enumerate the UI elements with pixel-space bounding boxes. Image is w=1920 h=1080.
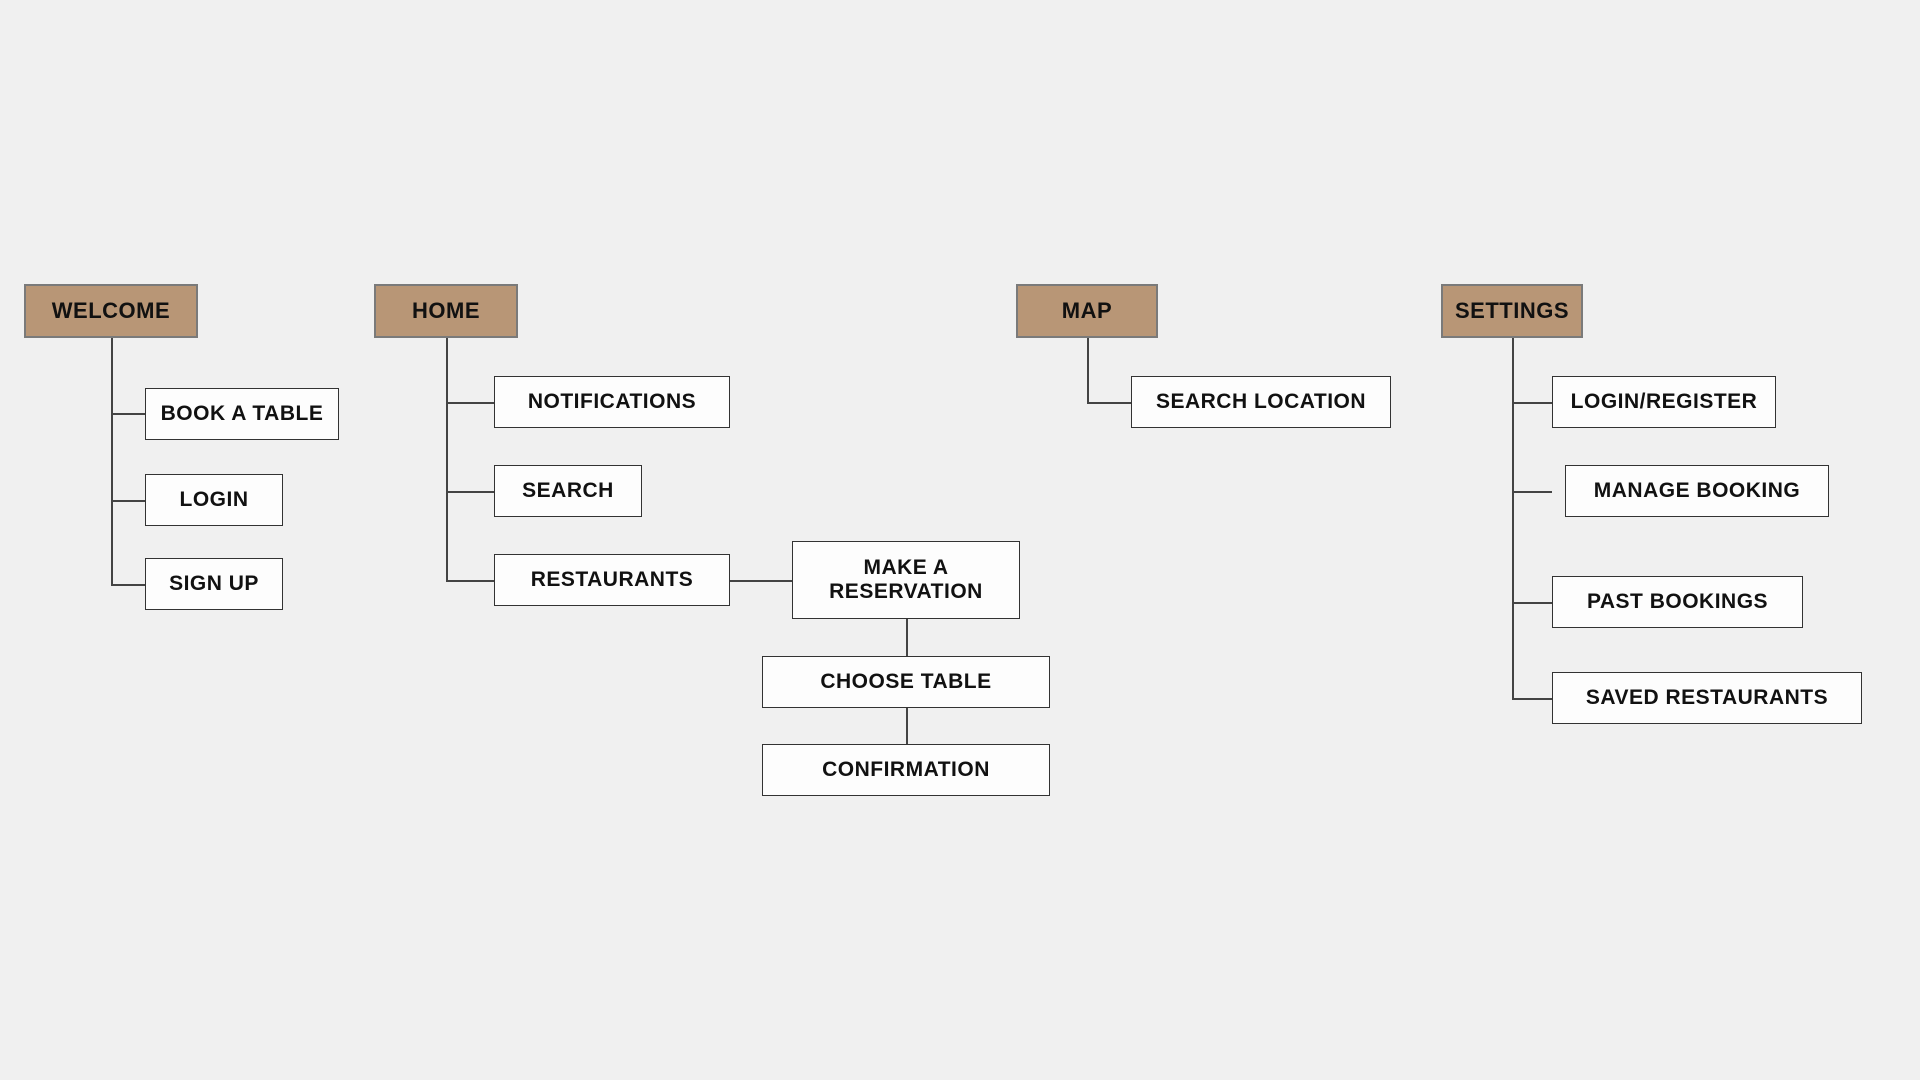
connector <box>111 584 145 586</box>
connector <box>446 580 494 582</box>
connector <box>906 619 908 656</box>
node-manage-booking: MANAGE BOOKING <box>1565 465 1829 517</box>
connector <box>1512 338 1514 700</box>
connector <box>111 500 145 502</box>
node-welcome: WELCOME <box>24 284 198 338</box>
sitemap-diagram: WELCOME BOOK A TABLE LOGIN SIGN UP HOME … <box>0 0 1920 1080</box>
node-search: SEARCH <box>494 465 642 517</box>
node-map: MAP <box>1016 284 1158 338</box>
connector <box>111 338 113 585</box>
node-login-register: LOGIN/REGISTER <box>1552 376 1776 428</box>
connector <box>446 402 494 404</box>
node-login: LOGIN <box>145 474 283 526</box>
node-choose-table: CHOOSE TABLE <box>762 656 1050 708</box>
node-search-location: SEARCH LOCATION <box>1131 376 1391 428</box>
node-settings: SETTINGS <box>1441 284 1583 338</box>
node-home: HOME <box>374 284 518 338</box>
connector <box>1087 338 1089 402</box>
node-restaurants: RESTAURANTS <box>494 554 730 606</box>
connector <box>446 491 494 493</box>
connector <box>1512 402 1552 404</box>
node-past-bookings: PAST BOOKINGS <box>1552 576 1803 628</box>
connector <box>1512 602 1552 604</box>
connector <box>446 338 448 582</box>
node-make-a-reservation: MAKE A RESERVATION <box>792 541 1020 619</box>
connector <box>1087 402 1131 404</box>
connector <box>906 708 908 744</box>
connector <box>1512 491 1552 493</box>
node-sign-up: SIGN UP <box>145 558 283 610</box>
connector <box>111 413 145 415</box>
node-book-a-table: BOOK A TABLE <box>145 388 339 440</box>
connector <box>1512 698 1552 700</box>
node-notifications: NOTIFICATIONS <box>494 376 730 428</box>
node-confirmation: CONFIRMATION <box>762 744 1050 796</box>
connector <box>730 580 792 582</box>
node-saved-restaurants: SAVED RESTAURANTS <box>1552 672 1862 724</box>
